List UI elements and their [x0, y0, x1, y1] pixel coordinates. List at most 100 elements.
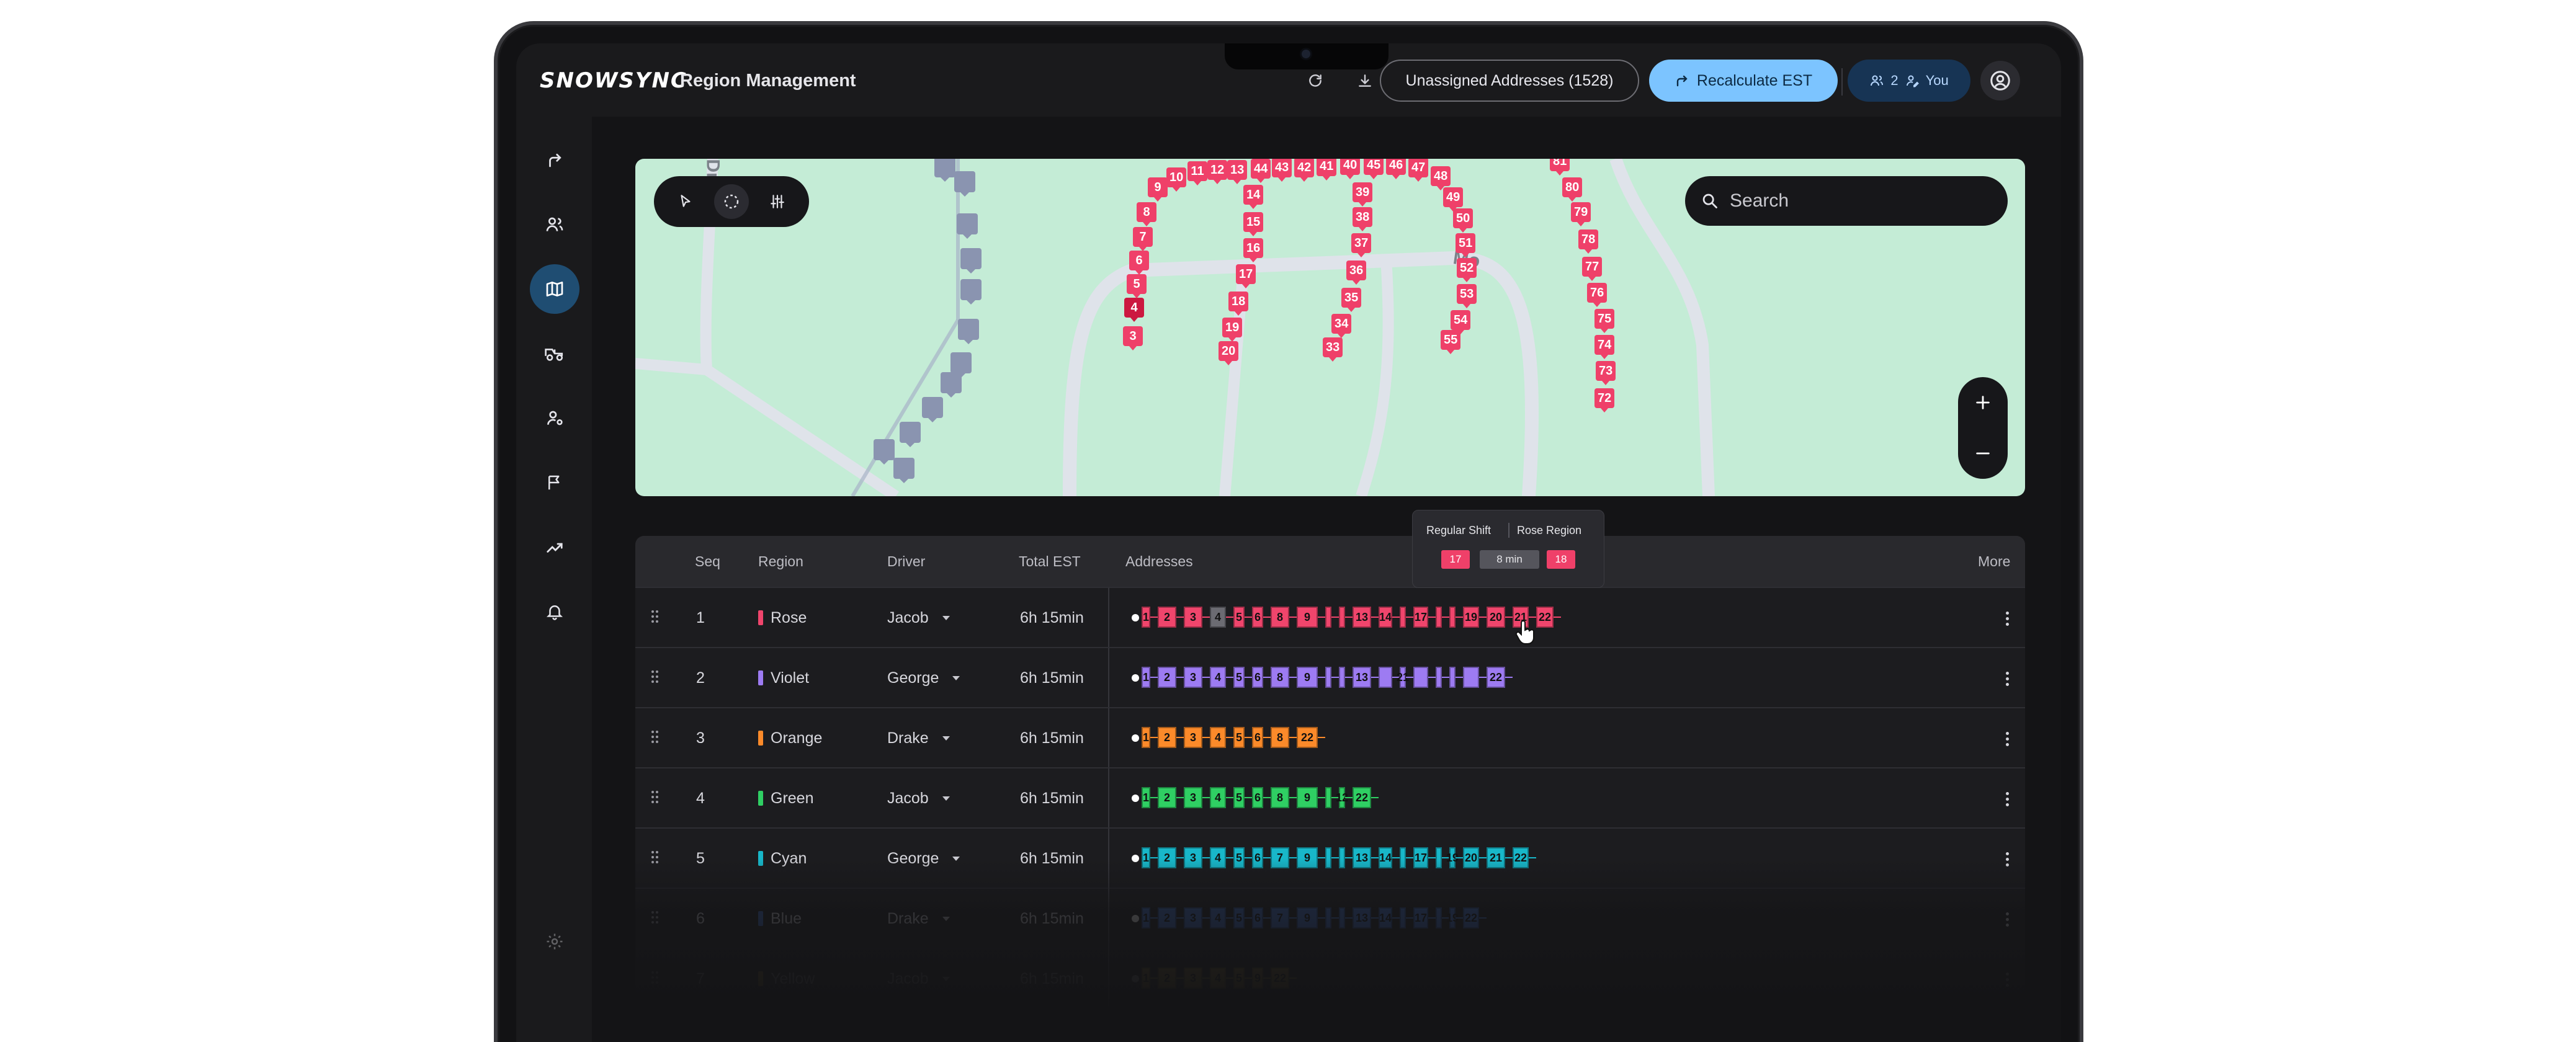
map-pin[interactable]: 4 [1124, 298, 1144, 322]
address-stop[interactable] [1339, 667, 1345, 688]
lasso-tool[interactable] [714, 184, 749, 219]
table-row[interactable]: 1 Rose Jacob 6h 15min 1 2 3 4 5 6 8 9 13 14 17 19 20… [635, 587, 2025, 647]
address-stop[interactable]: 6 [1252, 727, 1263, 748]
address-stop[interactable]: 13 [1353, 607, 1371, 628]
address-stop[interactable]: 5 [1233, 667, 1245, 688]
address-stop[interactable] [1325, 787, 1331, 808]
nav-flags[interactable] [530, 458, 579, 507]
map-pin[interactable]: 8 [1137, 202, 1156, 226]
unassigned-pin[interactable] [874, 439, 895, 465]
address-stop[interactable] [1325, 667, 1331, 688]
address-stop[interactable]: 1 [1142, 727, 1150, 748]
address-stop[interactable]: 8 [1271, 727, 1289, 748]
address-stop[interactable]: 9 [1297, 607, 1318, 628]
unassigned-pin[interactable] [934, 159, 955, 182]
map-pin[interactable]: 52 [1457, 258, 1477, 282]
unassigned-pin[interactable] [957, 213, 978, 239]
map-pin[interactable]: 47 [1408, 159, 1429, 182]
more-options-icon[interactable] [2005, 612, 2010, 626]
address-stop[interactable]: 5 [1233, 607, 1245, 628]
map-pin[interactable]: 53 [1457, 284, 1477, 308]
header-addresses[interactable]: Addresses [1125, 553, 1193, 570]
address-stop[interactable]: 5 [1233, 787, 1245, 808]
address-stop[interactable]: 22 [1297, 727, 1318, 748]
address-stop[interactable] [1379, 667, 1392, 688]
address-stop[interactable]: 13 [1353, 667, 1371, 688]
driver-select[interactable]: Drake [887, 729, 950, 747]
address-stop[interactable] [1339, 607, 1345, 628]
map-pin[interactable]: 44 [1251, 159, 1271, 183]
map-pin[interactable]: 34 [1331, 314, 1352, 338]
address-stop[interactable]: 22 [1487, 667, 1505, 688]
route-map[interactable]: Dr Mo 3456789101112134443424140454647484… [635, 159, 2025, 496]
drag-handle-icon[interactable] [651, 610, 659, 624]
map-pin[interactable]: 51 [1456, 233, 1476, 257]
recalculate-est-button[interactable]: Recalculate EST [1649, 60, 1838, 102]
table-row[interactable]: 2 Violet George 6h 15min 1 2 3 4 5 6 8 9 13 21 22 [635, 647, 2025, 707]
address-stop[interactable] [1413, 667, 1428, 688]
header-total-est[interactable]: Total EST [1019, 553, 1081, 570]
unassigned-pin[interactable] [900, 422, 921, 447]
address-stop[interactable] [1400, 607, 1406, 628]
collaborators-badge[interactable]: 2 You [1848, 60, 1970, 102]
address-stop[interactable] [1449, 607, 1456, 628]
unassigned-pin[interactable] [922, 397, 943, 422]
region-cell[interactable]: Orange [758, 729, 822, 747]
map-pin[interactable]: 73 [1596, 361, 1616, 385]
map-pin[interactable]: 72 [1594, 388, 1615, 412]
address-stop[interactable] [1325, 607, 1331, 628]
map-pin[interactable]: 40 [1340, 159, 1361, 179]
address-stop[interactable]: 1 [1142, 667, 1150, 688]
zoom-in-button[interactable] [1964, 384, 2001, 421]
driver-select[interactable]: Jacob [887, 609, 950, 627]
address-stop[interactable]: 8 [1271, 787, 1289, 808]
unassigned-pin[interactable] [950, 352, 972, 378]
zoom-out-button[interactable] [1964, 435, 2001, 472]
nav-map[interactable] [530, 264, 579, 314]
unassigned-pin[interactable] [960, 279, 982, 305]
address-stop[interactable]: 22 [1536, 607, 1554, 628]
region-cell[interactable]: Violet [758, 669, 809, 687]
unassigned-pin[interactable] [941, 372, 962, 398]
map-pin[interactable]: 50 [1453, 208, 1474, 233]
map-pin[interactable]: 78 [1578, 229, 1599, 254]
map-pin[interactable]: 54 [1451, 310, 1471, 334]
map-pin[interactable]: 3 [1123, 326, 1143, 350]
address-stop[interactable]: 8 [1271, 667, 1289, 688]
map-pin[interactable]: 16 [1243, 238, 1264, 262]
region-cell[interactable]: Green [758, 790, 813, 808]
address-stop[interactable] [1436, 607, 1442, 628]
address-stop[interactable]: 6 [1252, 607, 1263, 628]
more-options-icon[interactable] [2005, 732, 2010, 747]
account-avatar[interactable] [1980, 61, 2020, 100]
address-stop[interactable]: 19 [1463, 607, 1479, 628]
address-stop[interactable]: 22 [1353, 787, 1371, 808]
address-stop[interactable]: 2 [1158, 667, 1176, 688]
region-cell[interactable]: Rose [758, 609, 807, 627]
map-pin[interactable]: 15 [1243, 212, 1264, 236]
address-stop[interactable]: 1 [1142, 607, 1150, 628]
address-stop[interactable]: 2 [1158, 787, 1176, 808]
map-pin[interactable]: 81 [1550, 159, 1570, 176]
address-stop[interactable]: 2 [1158, 607, 1176, 628]
map-pin[interactable]: 19 [1222, 318, 1243, 342]
address-stop[interactable]: 21 [1397, 667, 1409, 688]
map-pin[interactable]: 35 [1341, 288, 1362, 312]
map-pin[interactable]: 13 [1227, 160, 1248, 184]
driver-select[interactable]: Jacob [887, 790, 950, 808]
nav-notifications[interactable] [530, 587, 579, 636]
nav-settings[interactable] [530, 917, 579, 966]
nav-vehicles[interactable] [530, 329, 579, 378]
map-search-input[interactable] [1730, 190, 1990, 212]
nav-drivers[interactable] [530, 393, 579, 443]
address-stop[interactable] [1449, 667, 1456, 688]
address-stop[interactable] [1463, 667, 1479, 688]
map-pin[interactable]: 7 [1133, 227, 1153, 251]
map-pin[interactable]: 79 [1571, 202, 1591, 226]
map-pin[interactable]: 37 [1351, 233, 1372, 257]
drag-handle-icon[interactable] [651, 670, 659, 684]
map-pin[interactable]: 9 [1148, 177, 1168, 202]
address-stop[interactable]: 20 [1487, 607, 1505, 628]
address-stop[interactable] [1436, 667, 1442, 688]
address-stop[interactable]: 4 [1210, 787, 1226, 808]
